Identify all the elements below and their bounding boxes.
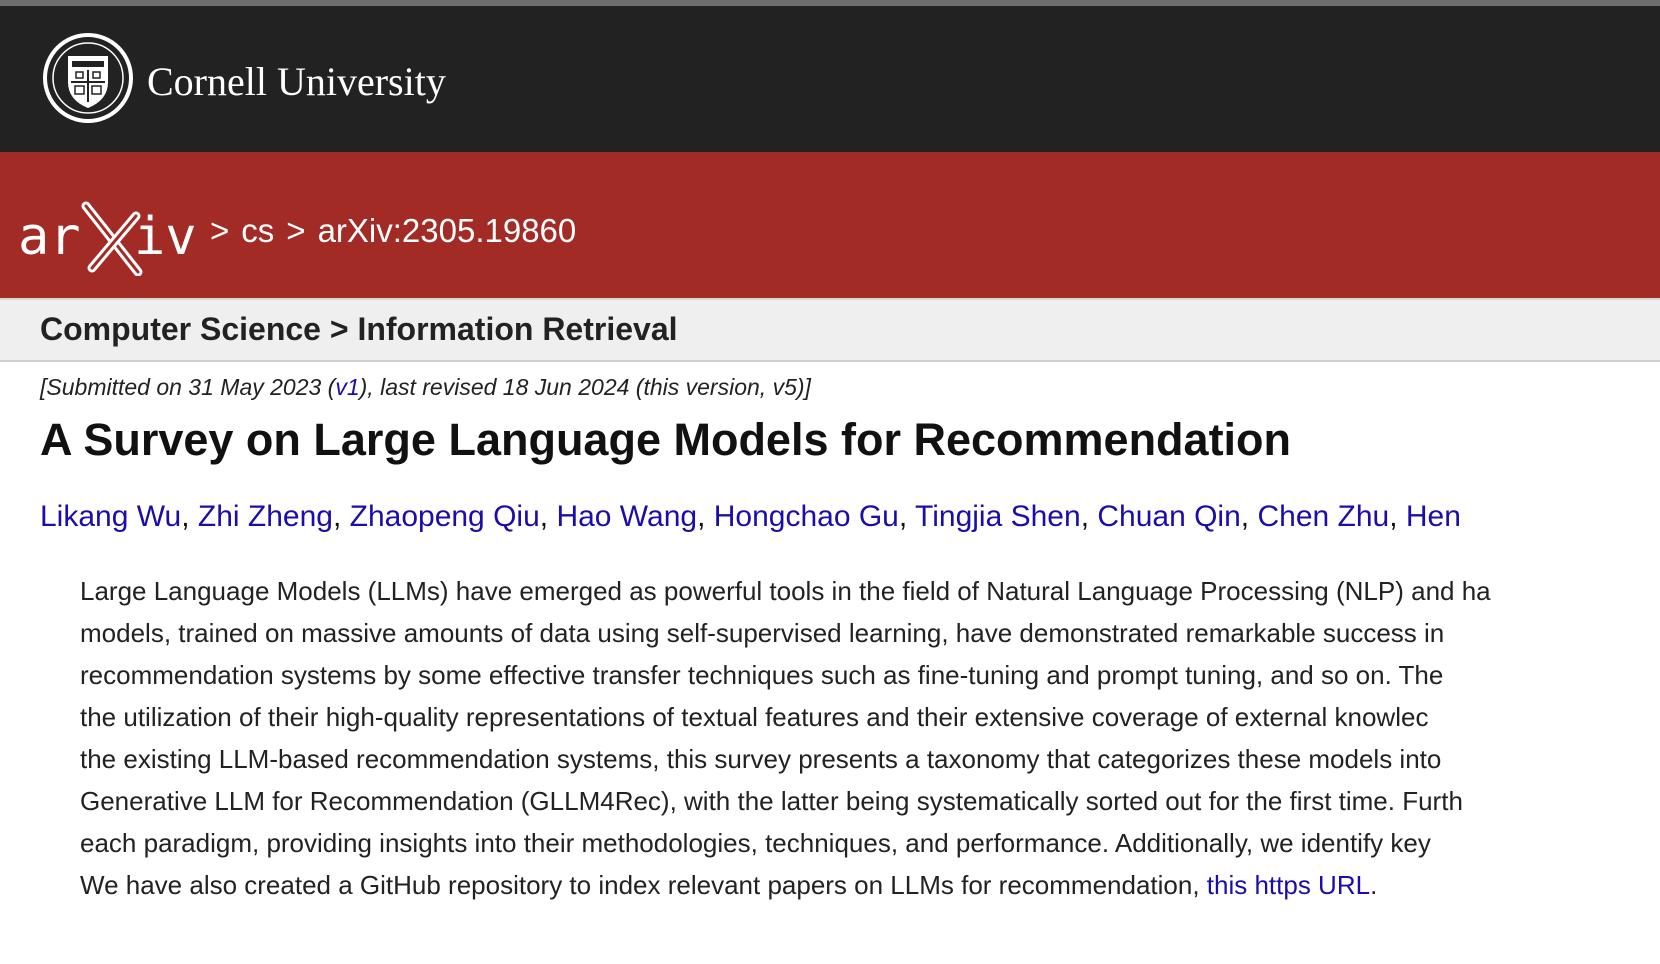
author-link[interactable]: Hongchao Gu (714, 500, 899, 533)
abstract-line: models, trained on massive amounts of da… (80, 618, 1445, 648)
abstract-last-line: We have also created a GitHub repository… (80, 864, 1660, 906)
breadcrumb-paper-id: arXiv:2305.19860 (317, 212, 577, 249)
author-link[interactable]: Hao Wang (556, 500, 697, 533)
abstract-line: the utilization of their high-quality re… (80, 702, 1429, 732)
author-link[interactable]: Zhaopeng Qiu (350, 500, 540, 533)
breadcrumb-separator: > (286, 212, 306, 249)
breadcrumb-separator: > (210, 212, 230, 249)
arxiv-logo-icon[interactable]: ar iv (18, 192, 202, 276)
abstract-line: Generative LLM for Recommendation (GLLM4… (80, 786, 1463, 816)
author-link[interactable]: Zhi Zheng (198, 500, 333, 533)
author-link[interactable]: Hen (1406, 500, 1461, 533)
github-repo-link[interactable]: this https URL (1207, 870, 1370, 900)
author-link[interactable]: Chuan Qin (1097, 500, 1240, 533)
svg-text:ar: ar (18, 207, 81, 267)
author-link[interactable]: Chen Zhu (1257, 500, 1389, 533)
breadcrumb-cs-link[interactable]: cs (241, 212, 274, 249)
svg-text:iv: iv (134, 207, 197, 267)
paper-title: A Survey on Large Language Models for Re… (40, 414, 1292, 465)
subject-heading: Computer Science > Information Retrieval (40, 311, 678, 347)
author-list: Likang Wu, Zhi Zheng, Zhaopeng Qiu, Hao … (40, 500, 1461, 533)
cornell-university-link[interactable]: Cornell University (147, 58, 446, 105)
arxiv-header: ar iv > cs > arXiv:2305.19860 (0, 152, 1660, 298)
abstract-line: the existing LLM-based recommendation sy… (80, 744, 1442, 774)
abstract-period: . (1370, 870, 1378, 900)
abstract-line: each paradigm, providing insights into t… (80, 828, 1431, 858)
cornell-seal-icon[interactable] (42, 32, 134, 124)
abstract: Large Language Models (LLMs) have emerge… (80, 570, 1660, 906)
submission-suffix: ), last revised 18 Jun 2024 (this versio… (359, 374, 811, 400)
version-v1-link[interactable]: v1 (335, 374, 359, 400)
abstract-last-line-text: We have also created a GitHub repository… (80, 870, 1207, 900)
author-link[interactable]: Likang Wu (40, 500, 181, 533)
submission-prefix: [Submitted on 31 May 2023 ( (40, 374, 336, 400)
abstract-line: recommendation systems by some effective… (80, 660, 1444, 690)
author-link[interactable]: Tingjia Shen (915, 500, 1081, 533)
submission-history: [Submitted on 31 May 2023 (v1), last rev… (40, 374, 811, 401)
abstract-line: Large Language Models (LLMs) have emerge… (80, 576, 1491, 606)
cornell-header: Cornell University (0, 6, 1660, 152)
breadcrumb: > cs > arXiv:2305.19860 (210, 212, 588, 250)
subject-bar: Computer Science > Information Retrieval (0, 298, 1660, 362)
